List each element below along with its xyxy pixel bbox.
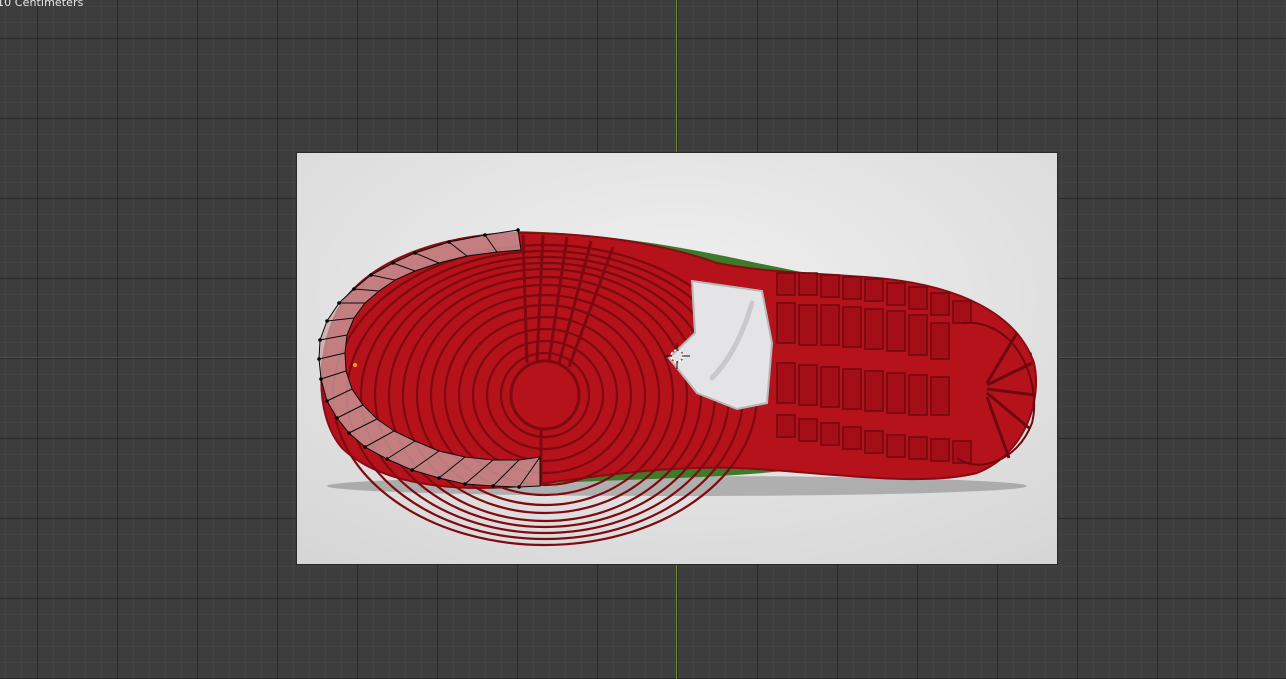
3d-viewport[interactable]: 10 Centimeters (0, 0, 1286, 679)
pivot-circle (509, 359, 581, 431)
3d-cursor-icon[interactable] (664, 343, 690, 369)
active-vertex[interactable] (353, 363, 357, 367)
grid-scale-label: 10 Centimeters (0, 0, 84, 9)
